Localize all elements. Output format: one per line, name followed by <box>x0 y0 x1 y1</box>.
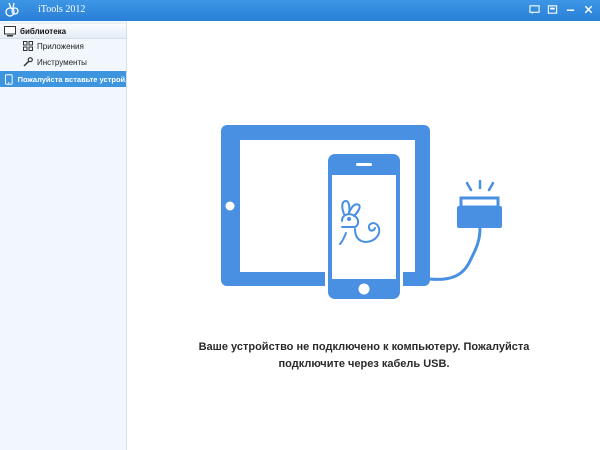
main-panel: Ваше устройство не подключено к компьюте… <box>128 21 600 450</box>
window-title: iTools 2012 <box>38 4 86 15</box>
monitor-icon <box>4 25 16 36</box>
sidebar: библиотека Приложения Инструменты Пожалу… <box>0 21 127 450</box>
message-line-2: подключите через кабель USB. <box>278 358 450 370</box>
close-icon <box>584 5 593 14</box>
close-button[interactable] <box>581 2 596 17</box>
usb-connector-icon <box>457 179 502 228</box>
sidebar-item-device[interactable]: Пожалуйста вставьте устрой... <box>0 71 126 87</box>
sidebar-item-label: Инструменты <box>37 57 87 67</box>
feedback-button[interactable] <box>527 2 542 17</box>
skin-button[interactable] <box>545 2 560 17</box>
phone-device-icon <box>325 151 403 302</box>
feedback-icon <box>529 5 540 15</box>
sidebar-item-tools[interactable]: Инструменты <box>23 55 87 69</box>
library-label: библиотека <box>20 26 67 36</box>
usb-cable <box>429 227 482 281</box>
title-bar: iTools 2012 <box>0 0 600 21</box>
apps-grid-icon <box>23 41 33 51</box>
phone-icon <box>5 73 13 85</box>
tools-icon <box>23 57 33 67</box>
itools-rabbit-logo-icon <box>5 2 19 17</box>
sidebar-item-label: Приложения <box>37 41 84 51</box>
sidebar-item-apps[interactable]: Приложения <box>23 39 84 53</box>
device-label: Пожалуйста вставьте устрой... <box>17 74 126 84</box>
message-line-1: Ваше устройство не подключено к компьюте… <box>198 341 530 353</box>
minimize-icon <box>566 9 575 11</box>
connect-device-illustration <box>221 125 502 302</box>
minimize-button[interactable] <box>563 2 578 17</box>
skin-icon <box>547 5 558 14</box>
not-connected-message: Ваше устройство не подключено к компьюте… <box>128 339 600 373</box>
window-controls <box>527 2 596 17</box>
library-header[interactable]: библиотека <box>0 23 126 39</box>
